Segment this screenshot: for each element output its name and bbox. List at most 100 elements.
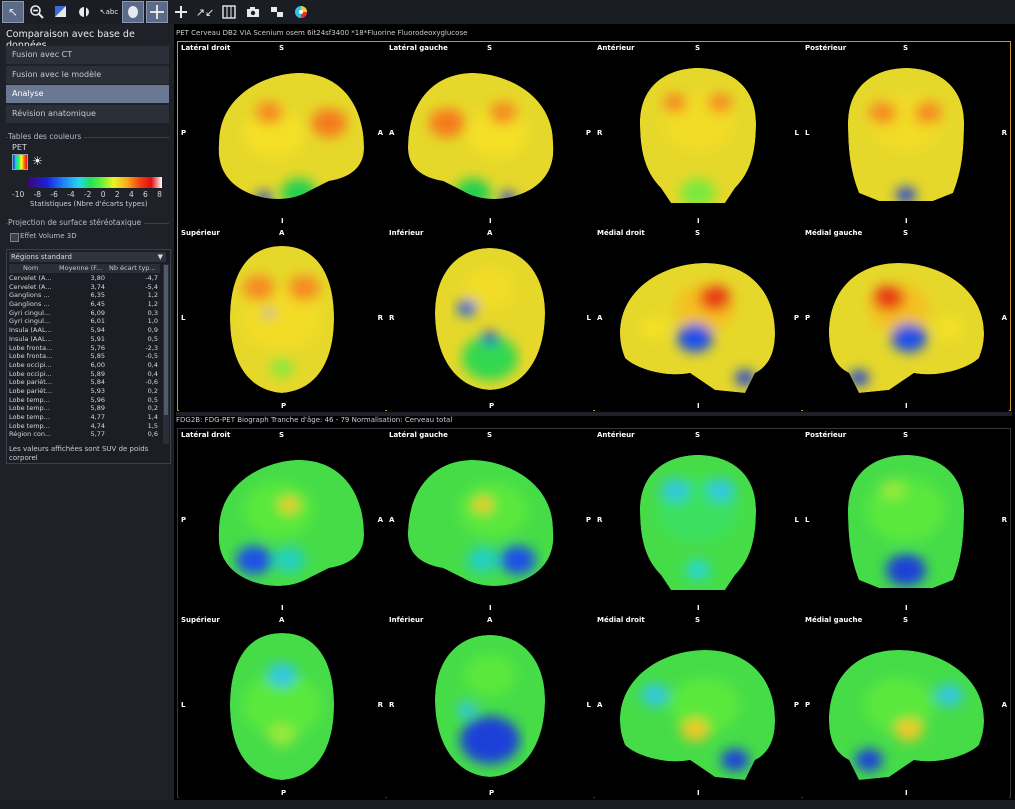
top-view-cell-7[interactable]: Médial droit S I A P <box>595 228 801 411</box>
table-row[interactable]: Cervelet (A... 3,74 -5,4 <box>9 283 160 292</box>
regions-table-body: Cervelet (A... 3,80 -4,7 Cervelet (A... 3,74… <box>9 274 160 439</box>
top-view-cell-6[interactable]: Inférieur A P R L <box>387 228 593 411</box>
region-mean: 5,76 <box>90 343 105 352</box>
layout-icon[interactable] <box>266 1 288 23</box>
col-name[interactable]: Nom <box>9 264 59 273</box>
region-sd: -2,3 <box>145 343 158 352</box>
orientation-label: L <box>805 516 810 524</box>
table-row[interactable]: Lobe temp... 4,74 1,5 <box>9 422 160 431</box>
effet-volume-checkbox[interactable] <box>10 233 19 242</box>
camera-icon[interactable] <box>242 1 264 23</box>
brain-mask-icon[interactable] <box>122 1 144 23</box>
region-name: Ganglions ... <box>9 291 50 300</box>
view-title: Antérieur <box>597 431 635 439</box>
regions-panel: Régions standard ▼ Nom Moyenne (F... Nb é… <box>6 249 171 464</box>
window-level-icon[interactable] <box>50 1 72 23</box>
nav-fusion-model-button[interactable]: Fusion avec le modèle <box>6 66 169 84</box>
region-name: Lobe temp... <box>9 395 50 404</box>
table-row[interactable]: Ganglions ... 6,45 1,2 <box>9 300 160 309</box>
top-view-cell-2[interactable]: Latéral gauche S I A P <box>387 43 593 226</box>
pointer-tool-icon[interactable]: ↖ <box>2 1 24 23</box>
orientation-label: L <box>794 516 799 524</box>
region-name: Région con... <box>9 430 52 439</box>
region-sd: 0,4 <box>147 369 158 378</box>
table-row[interactable]: Lobe fronta... 5,76 -2,3 <box>9 344 160 353</box>
region-mean: 5,85 <box>90 352 105 361</box>
slice-grid-icon[interactable] <box>218 1 240 23</box>
rotate-icon[interactable]: ↗↙ <box>194 1 216 23</box>
region-sd: 0,5 <box>147 395 158 404</box>
region-name: Gyri cingul... <box>9 317 51 326</box>
zoom-out-icon[interactable] <box>26 1 48 23</box>
orientation-label: P <box>489 789 495 797</box>
region-sd: 1,4 <box>147 413 158 421</box>
orientation-label: A <box>279 616 285 624</box>
bottom-view-grid: Latéral droit S I P A Latéral gauche S I A P Antér… <box>177 428 1011 798</box>
region-mean: 3,80 <box>90 274 105 282</box>
region-mean: 5,89 <box>90 369 105 378</box>
regions-scrollbar[interactable] <box>163 264 169 444</box>
pet-label: PET <box>12 143 27 152</box>
brain-rendering <box>640 455 756 590</box>
table-row[interactable]: Gyri cingul... 6,09 0,3 <box>9 309 160 318</box>
view-title: Supérieur <box>181 616 220 624</box>
table-row[interactable]: Lobe temp... 5,96 0,5 <box>9 396 160 405</box>
color-brain-icon[interactable] <box>290 1 312 23</box>
roi-tool-icon[interactable] <box>74 1 96 23</box>
nav-anatomic-review-button[interactable]: Révision anatomique <box>6 105 169 123</box>
col-sd[interactable]: Nb écart typ... <box>109 264 160 273</box>
bottom-view-cell-1[interactable]: Latéral droit S I P A <box>179 430 385 613</box>
text-annotation-icon[interactable]: ↖abc <box>98 1 120 23</box>
table-row[interactable]: Insula (AAL... 5,94 0,9 <box>9 326 160 335</box>
bottom-view-cell-4[interactable]: Postérieur S I L R <box>803 430 1009 613</box>
table-row[interactable]: Lobe fronta... 5,85 -0,5 <box>9 352 160 361</box>
top-view-cell-1[interactable]: Latéral droit S I P A <box>179 43 385 226</box>
orientation-label: R <box>377 314 383 322</box>
orientation-label: P <box>281 789 287 797</box>
region-name: Gyri cingul... <box>9 308 51 317</box>
nav-fusion-ct-button[interactable]: Fusion avec CT <box>6 46 169 64</box>
top-view-cell-3[interactable]: Antérieur S I R L <box>595 43 801 226</box>
bottom-view-cell-2[interactable]: Latéral gauche S I A P <box>387 430 593 613</box>
brightness-icon[interactable]: ☀ <box>32 154 43 168</box>
bottom-view-cell-5[interactable]: Supérieur A P L R <box>179 615 385 798</box>
brain-rendering <box>230 633 334 780</box>
orientation-label: P <box>805 701 811 709</box>
crosshair-move-icon[interactable] <box>146 1 168 23</box>
region-sd: 0,2 <box>147 386 158 395</box>
table-row[interactable]: Cervelet (A... 3,80 -4,7 <box>9 274 160 283</box>
region-sd: 0,2 <box>147 404 158 413</box>
table-row[interactable]: Lobe occipi... 5,89 0,4 <box>9 370 160 379</box>
top-view-grid: Latéral droit S I P A Latéral gauche S I A P Antér… <box>177 41 1011 411</box>
nav-analysis-button[interactable]: Analyse <box>6 85 169 103</box>
orientation-label: I <box>905 789 908 797</box>
table-row[interactable]: Lobe pariét... 5,93 0,2 <box>9 387 160 396</box>
bottom-view-cell-3[interactable]: Antérieur S I R L <box>595 430 801 613</box>
brain-rendering <box>218 73 364 199</box>
region-sd: 1,0 <box>147 317 158 326</box>
table-row[interactable]: Gyri cingul... 6,01 1,0 <box>9 317 160 326</box>
table-row[interactable]: Lobe temp... 5,89 0,2 <box>9 404 160 413</box>
view-title: Postérieur <box>805 44 847 52</box>
top-view-cell-8[interactable]: Médial gauche S I P A <box>803 228 1009 411</box>
table-row[interactable]: Insula (AAL... 5,91 0,5 <box>9 335 160 344</box>
crosshair-icon[interactable] <box>170 1 192 23</box>
regions-select-value: Régions standard <box>11 253 72 261</box>
colorbar-tick: 4 <box>128 190 134 199</box>
table-row[interactable]: Lobe pariét... 5,84 -0,6 <box>9 378 160 387</box>
table-row[interactable]: Ganglions ... 6,35 1,2 <box>9 291 160 300</box>
colormap-icon[interactable] <box>12 154 28 170</box>
top-view-cell-4[interactable]: Postérieur S I L R <box>803 43 1009 226</box>
regions-select[interactable]: Régions standard ▼ <box>9 252 166 262</box>
bottom-view-cell-6[interactable]: Inférieur A P R L <box>387 615 593 798</box>
orientation-label: L <box>181 314 186 322</box>
bottom-view-cell-8[interactable]: Médial gauche S I P A <box>803 615 1009 798</box>
col-mean[interactable]: Moyenne (F... <box>59 264 109 273</box>
table-row[interactable]: Région con... 5,77 0,6 <box>9 430 160 439</box>
top-view-cell-5[interactable]: Supérieur A P L R <box>179 228 385 411</box>
bottom-view-cell-7[interactable]: Médial droit S I A P <box>595 615 801 798</box>
table-row[interactable]: Lobe occipi... 6,00 0,4 <box>9 361 160 370</box>
orientation-label: L <box>586 314 591 322</box>
table-row[interactable]: Lobe temp... 4,77 1,4 <box>9 413 160 422</box>
scrollbar-thumb[interactable] <box>164 265 168 415</box>
